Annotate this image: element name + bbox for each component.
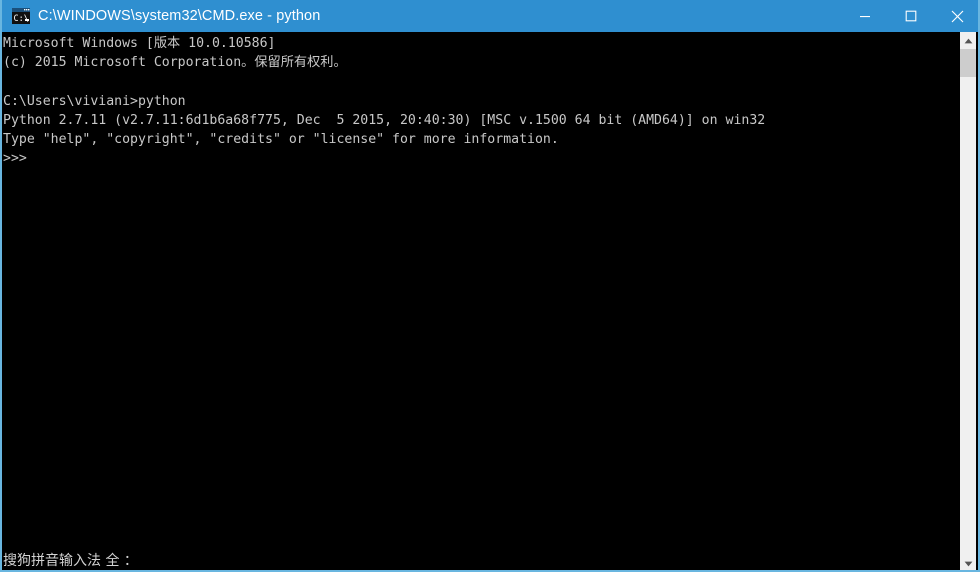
scrollbar-track[interactable]: [960, 77, 976, 555]
ime-status-bar: 搜狗拼音输入法 全 ：: [3, 553, 138, 569]
title-bar[interactable]: C:\ C:\WINDOWS\system32\CMD.exe - python: [2, 0, 978, 32]
minimize-icon: [860, 16, 870, 18]
window-controls: [842, 0, 978, 32]
cmd-exe-icon: C:\: [12, 8, 30, 24]
vertical-scrollbar[interactable]: [960, 32, 976, 570]
console-text: Microsoft Windows [版本 10.0.10586] (c) 20…: [3, 36, 766, 167]
scroll-up-button[interactable]: [960, 32, 976, 49]
window-title: C:\WINDOWS\system32\CMD.exe - python: [38, 8, 321, 24]
scroll-up-arrow-icon: [964, 38, 972, 43]
scrollbar-thumb[interactable]: [960, 49, 976, 77]
cmd-window: C:\ C:\WINDOWS\system32\CMD.exe - python: [0, 0, 980, 572]
console-output-area[interactable]: Microsoft Windows [版本 10.0.10586] (c) 20…: [2, 32, 962, 570]
maximize-icon: [905, 10, 917, 22]
close-icon: [951, 10, 963, 22]
scroll-down-button[interactable]: [960, 555, 976, 570]
minimize-button[interactable]: [842, 0, 888, 32]
scroll-down-arrow-icon: [964, 561, 972, 566]
maximize-button[interactable]: [888, 0, 934, 32]
close-button[interactable]: [934, 0, 978, 32]
